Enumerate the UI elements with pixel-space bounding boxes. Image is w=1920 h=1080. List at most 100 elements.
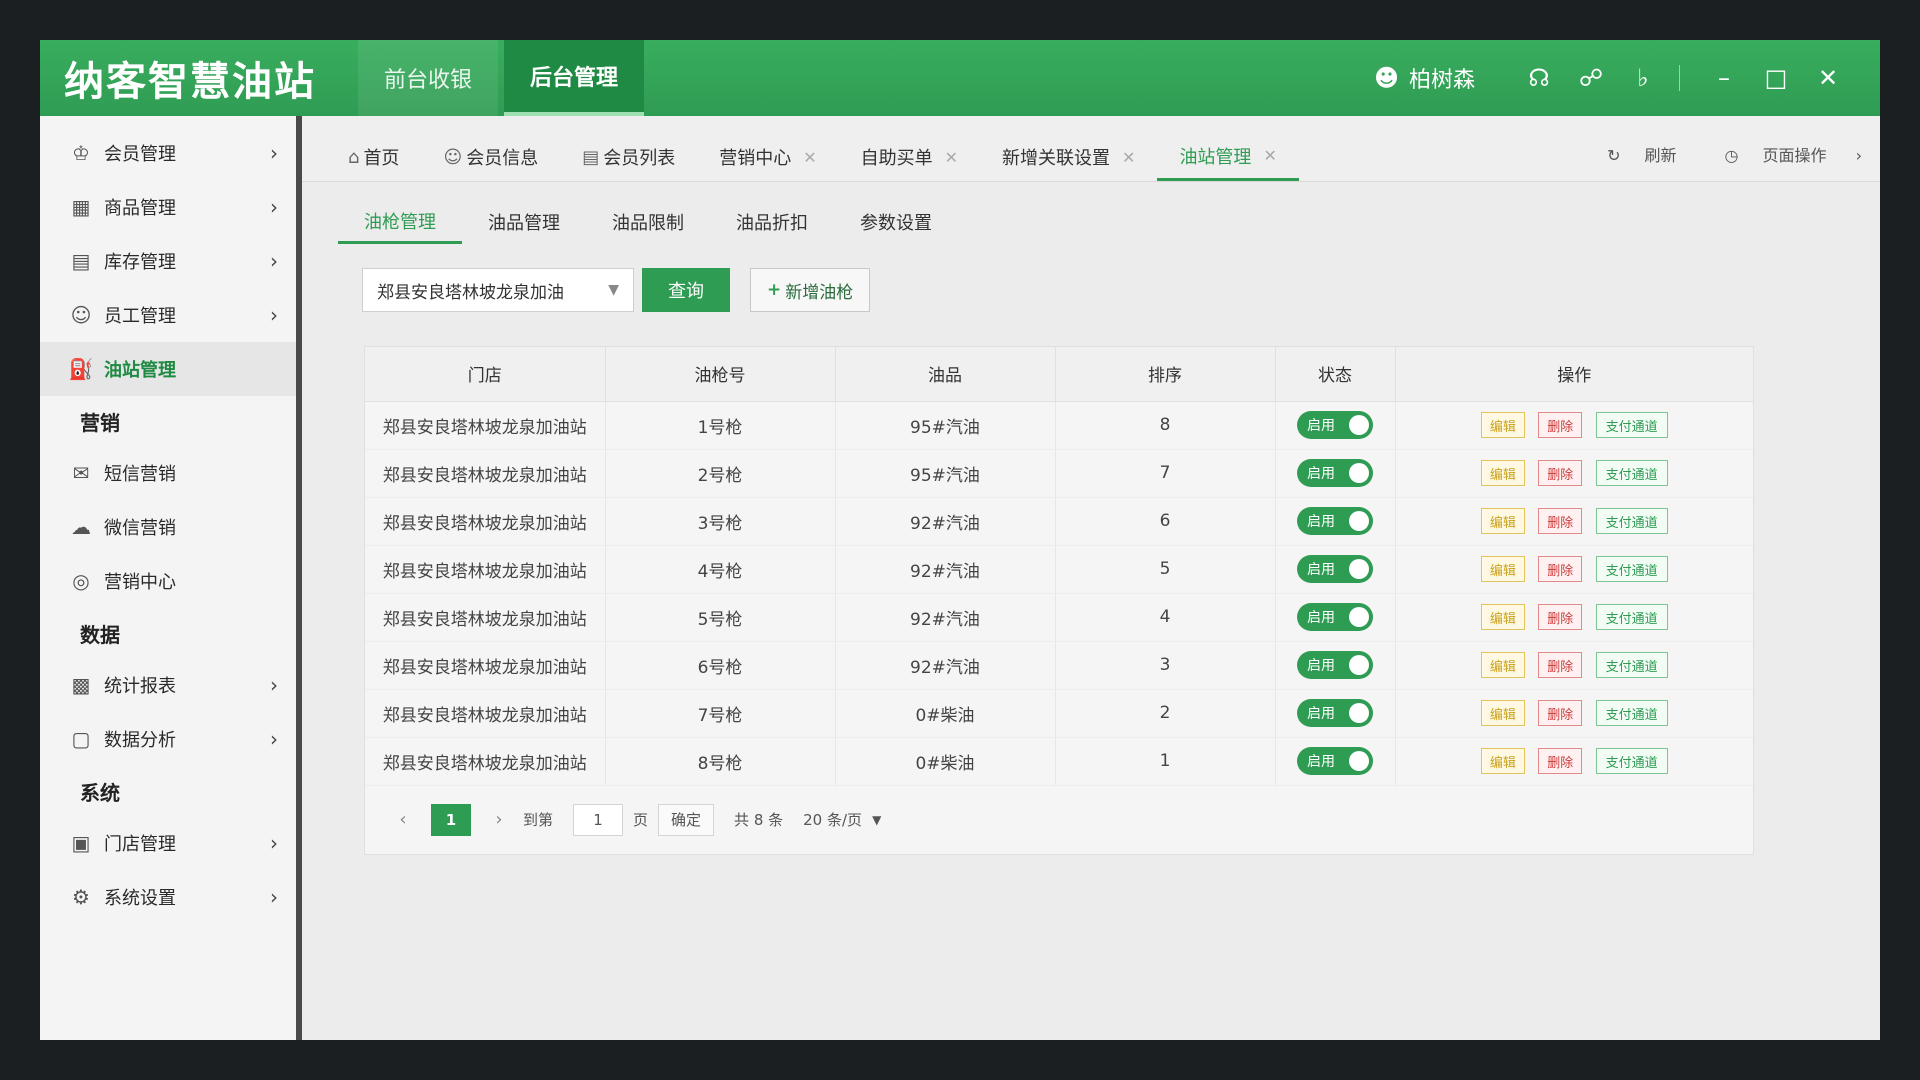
pay-channel-button[interactable]: 支付通道 xyxy=(1595,412,1668,438)
sidebar-item-marketing-center[interactable]: ◎ 营销中心 xyxy=(40,554,296,608)
settings-icon: ⚙ xyxy=(72,885,90,909)
delete-button[interactable]: 删除 xyxy=(1538,652,1583,678)
sidebar-item-sms[interactable]: ✉ 短信营销 xyxy=(40,446,296,500)
cell-actions: 编辑 删除 支付通道 xyxy=(1395,401,1753,450)
add-gun-button[interactable]: + 新增油枪 xyxy=(750,268,871,312)
pay-channel-button[interactable]: 支付通道 xyxy=(1595,556,1668,582)
edit-button[interactable]: 编辑 xyxy=(1480,412,1525,438)
page-ops-button[interactable]: ◷ 页面操作 › xyxy=(1701,142,1862,166)
sidebar-item-station[interactable]: ⛽ 油站管理 xyxy=(40,342,296,396)
tab-member-info[interactable]: ☺ 会员信息 xyxy=(421,133,560,181)
status-toggle[interactable]: 启用 xyxy=(1297,747,1373,775)
delete-button[interactable]: 删除 xyxy=(1538,460,1583,486)
edit-button[interactable]: 编辑 xyxy=(1480,700,1525,726)
tab-station-management[interactable]: 油站管理 ✕ xyxy=(1157,133,1299,181)
edit-button[interactable]: 编辑 xyxy=(1480,460,1525,486)
table-row: 郑县安良塔林坡龙泉加油站 3号枪 92#汽油 6 启用 编辑 删除 支付通道 xyxy=(365,497,1753,546)
sidebar-item-label: 微信营销 xyxy=(104,518,176,539)
edit-button[interactable]: 编辑 xyxy=(1480,604,1525,630)
tab-home[interactable]: ⌂ 首页 xyxy=(326,133,421,181)
sidebar-item-inventory[interactable]: ▤ 库存管理 › xyxy=(40,234,296,288)
tab-self-checkout[interactable]: 自助买单 ✕ xyxy=(839,133,980,181)
store-select[interactable]: 郑县安良塔林坡龙泉加油 ▼ xyxy=(362,268,634,312)
column-header: 油枪号 xyxy=(605,347,836,402)
delete-button[interactable]: 删除 xyxy=(1538,412,1583,438)
pay-channel-button[interactable]: 支付通道 xyxy=(1595,508,1668,534)
next-page-icon[interactable]: › xyxy=(485,809,513,830)
pay-channel-button[interactable]: 支付通道 xyxy=(1595,652,1668,678)
goods-icon: ▦ xyxy=(71,195,91,219)
cell-gun: 5号枪 xyxy=(605,593,836,642)
sidebar-item-settings[interactable]: ⚙ 系统设置 › xyxy=(40,870,296,924)
store-icon: ▣ xyxy=(71,831,91,855)
sidebar-item-store[interactable]: ▣ 门店管理 › xyxy=(40,816,296,870)
subtab-oil-limit[interactable]: 油品限制 xyxy=(586,200,710,244)
query-button[interactable]: 查询 xyxy=(642,268,730,312)
delete-button[interactable]: 删除 xyxy=(1538,508,1583,534)
sidebar-item-member[interactable]: ♔ 会员管理 › xyxy=(40,126,296,180)
user-menu[interactable]: ☻ 柏树森 xyxy=(1374,62,1475,94)
tab-backend-admin[interactable]: 后台管理 xyxy=(504,40,645,116)
sidebar-item-label: 商品管理 xyxy=(104,198,176,219)
close-icon[interactable]: ✕ xyxy=(1806,56,1850,100)
sidebar-item-goods[interactable]: ▦ 商品管理 › xyxy=(40,180,296,234)
tab-link-settings[interactable]: 新增关联设置 ✕ xyxy=(980,133,1157,181)
subtab-oil[interactable]: 油品管理 xyxy=(462,200,586,244)
status-toggle[interactable]: 启用 xyxy=(1297,459,1373,487)
sidebar-item-report[interactable]: ▩ 统计报表 › xyxy=(40,658,296,712)
status-toggle[interactable]: 启用 xyxy=(1297,651,1373,679)
edit-button[interactable]: 编辑 xyxy=(1480,508,1525,534)
subtab-oil-discount[interactable]: 油品折扣 xyxy=(710,200,834,244)
close-icon[interactable]: ✕ xyxy=(803,148,816,167)
goto-page-input[interactable]: 1 xyxy=(573,803,624,836)
lock-icon[interactable]: ☍ xyxy=(1569,56,1613,100)
close-icon[interactable]: ✕ xyxy=(1263,146,1276,165)
sidebar-item-staff[interactable]: ☺ 员工管理 › xyxy=(40,288,296,342)
page-size-select[interactable]: 20 条/页 ▼ xyxy=(803,809,881,830)
page-number-current[interactable]: 1 xyxy=(431,803,471,836)
pay-channel-button[interactable]: 支付通道 xyxy=(1595,604,1668,630)
cell-order: 3 xyxy=(1055,641,1276,690)
subtab-params[interactable]: 参数设置 xyxy=(834,200,958,244)
table-row: 郑县安良塔林坡龙泉加油站 7号枪 0#柴油 2 启用 编辑 删除 支付通道 xyxy=(365,689,1753,738)
refresh-button[interactable]: ↻ 刷新 xyxy=(1583,142,1676,166)
close-icon[interactable]: ✕ xyxy=(1122,148,1135,167)
tab-marketing-center[interactable]: 营销中心 ✕ xyxy=(697,133,838,181)
status-label: 启用 xyxy=(1307,754,1335,770)
goto-confirm-button[interactable]: 确定 xyxy=(658,803,715,836)
status-toggle[interactable]: 启用 xyxy=(1297,411,1373,439)
toggle-knob xyxy=(1349,703,1369,723)
pay-channel-button[interactable]: 支付通道 xyxy=(1595,748,1668,774)
subtab-gun[interactable]: 油枪管理 xyxy=(338,200,462,244)
edit-button[interactable]: 编辑 xyxy=(1480,556,1525,582)
cell-oil: 0#柴油 xyxy=(835,737,1056,786)
cell-order: 8 xyxy=(1055,401,1276,450)
minimize-icon[interactable]: – xyxy=(1702,56,1746,100)
edit-button[interactable]: 编辑 xyxy=(1480,652,1525,678)
cell-actions: 编辑 删除 支付通道 xyxy=(1395,737,1753,786)
edit-button[interactable]: 编辑 xyxy=(1480,748,1525,774)
tab-front-cashier[interactable]: 前台收银 xyxy=(358,40,499,116)
pay-channel-button[interactable]: 支付通道 xyxy=(1595,460,1668,486)
tab-member-list[interactable]: ▤ 会员列表 xyxy=(560,133,697,181)
bell-icon[interactable]: ♭ xyxy=(1621,56,1665,100)
sidebar-item-analysis[interactable]: ▢ 数据分析 › xyxy=(40,712,296,766)
sidebar-item-label: 门店管理 xyxy=(104,834,176,855)
status-toggle[interactable]: 启用 xyxy=(1297,507,1373,535)
maximize-icon[interactable]: □ xyxy=(1754,56,1798,100)
chevron-right-icon: › xyxy=(270,727,278,751)
headset-icon[interactable]: ☊ xyxy=(1517,56,1561,100)
close-icon[interactable]: ✕ xyxy=(945,148,958,167)
cell-status: 启用 xyxy=(1275,593,1396,642)
pay-channel-button[interactable]: 支付通道 xyxy=(1595,700,1668,726)
delete-button[interactable]: 删除 xyxy=(1538,604,1583,630)
prev-page-icon[interactable]: ‹ xyxy=(389,809,417,830)
status-toggle[interactable]: 启用 xyxy=(1297,555,1373,583)
delete-button[interactable]: 删除 xyxy=(1538,748,1583,774)
delete-button[interactable]: 删除 xyxy=(1538,700,1583,726)
status-toggle[interactable]: 启用 xyxy=(1297,603,1373,631)
sidebar-item-wechat[interactable]: ☁ 微信营销 xyxy=(40,500,296,554)
delete-button[interactable]: 删除 xyxy=(1538,556,1583,582)
page-actions: ↻ 刷新 ◷ 页面操作 › xyxy=(1559,142,1862,166)
status-toggle[interactable]: 启用 xyxy=(1297,699,1373,727)
